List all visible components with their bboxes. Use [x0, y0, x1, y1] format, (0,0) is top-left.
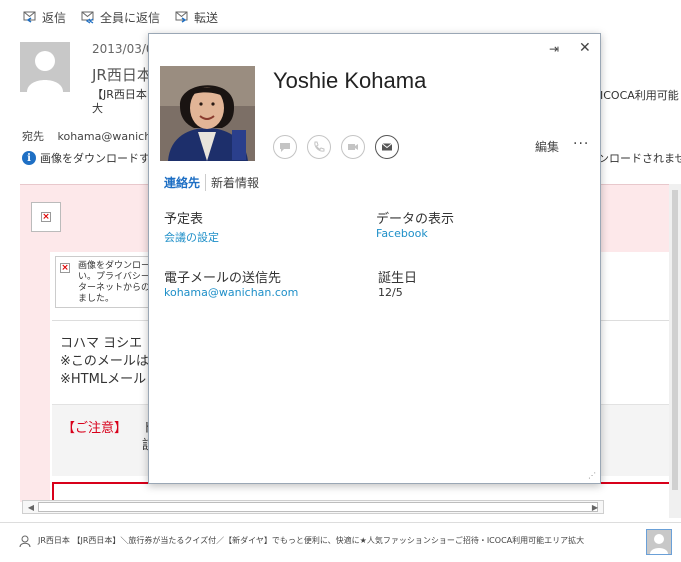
- close-icon[interactable]: ✕: [579, 40, 591, 56]
- reply-all-button[interactable]: 全員に返信: [80, 9, 160, 26]
- info-icon: i: [22, 151, 36, 165]
- subject-line-2: 大: [92, 102, 103, 115]
- pin-icon[interactable]: ⇥: [549, 42, 559, 56]
- scroll-right-arrow-icon[interactable]: ▶: [588, 500, 602, 514]
- infobar-text-right: ンロードされませ: [598, 152, 681, 165]
- image-notice-line: い。プライバシー: [78, 272, 150, 282]
- people-icon: [19, 535, 31, 548]
- video-camera-icon: [348, 144, 358, 150]
- tab-whats-new[interactable]: 新着情報: [205, 174, 264, 191]
- broken-image-icon: ×: [41, 212, 51, 222]
- horizontal-scroll-thumb[interactable]: [38, 502, 598, 512]
- forward-icon: [175, 11, 188, 23]
- birthday-label: 誕生日: [378, 271, 418, 286]
- forward-button[interactable]: 転送: [174, 9, 218, 26]
- reply-all-icon: [81, 11, 94, 24]
- vertical-scroll-thumb[interactable]: [672, 190, 678, 490]
- download-images-infobar[interactable]: i 画像をダウンロードする: [22, 150, 161, 166]
- contact-card: ⇥ ✕ Yoshie Kohama 編集 ··· 連絡先 新着情報 予定表 会議…: [148, 33, 601, 484]
- image-notice-line: ターネットからの: [78, 283, 151, 293]
- people-pane-text[interactable]: JR西日本 【JR西日本】＼旅行券が当たるクイズ付／【新ダイヤ】でもっと便利に、…: [38, 535, 584, 546]
- message-toolbar: 返信 全員に返信 転送: [0, 0, 681, 34]
- body-line: ※HTMLメール: [60, 372, 147, 387]
- body-line: コハマ ヨシエ さ: [60, 336, 160, 351]
- envelope-icon: [381, 143, 393, 151]
- infobar-text: 画像をダウンロードする: [40, 152, 161, 165]
- email-label: 電子メールの送信先: [164, 271, 282, 286]
- people-pane-avatar[interactable]: [646, 529, 672, 555]
- video-button[interactable]: [341, 135, 365, 159]
- contact-name: Yoshie Kohama: [273, 68, 427, 93]
- to-label: 宛先: [22, 130, 44, 143]
- call-button[interactable]: [307, 135, 331, 159]
- reply-all-label: 全員に返信: [100, 10, 161, 25]
- reply-icon: [23, 11, 36, 23]
- person-silhouette-icon: [27, 51, 63, 92]
- schedule-label: 予定表: [164, 212, 204, 227]
- subject-line-right: ICOCA利用可能: [600, 89, 679, 102]
- image-notice-line: 画像をダウンロー: [78, 261, 151, 271]
- blocked-image-notice: × 画像をダウンロー い。プライバシー ターネットからの ました。: [55, 256, 155, 308]
- resize-grip-icon[interactable]: ⋰: [588, 471, 596, 480]
- contact-card-tabs: 連絡先 新着情報: [164, 174, 264, 191]
- sender-name[interactable]: JR西日本: [92, 64, 152, 85]
- sender-avatar[interactable]: [20, 42, 70, 92]
- phone-icon: [314, 141, 325, 152]
- scroll-left-arrow-icon[interactable]: ◀: [24, 500, 38, 514]
- more-options-button[interactable]: ···: [573, 136, 589, 152]
- caution-label: 【ご注意】: [62, 421, 128, 436]
- email-address-link[interactable]: kohama@wanichan.com: [164, 286, 298, 299]
- schedule-meeting-link[interactable]: 会議の設定: [164, 229, 219, 245]
- broken-image-icon: ×: [60, 263, 70, 273]
- message-date: 2013/03/0: [92, 42, 154, 56]
- recipient-row: 宛先 kohama@wanichan: [22, 128, 165, 144]
- reply-label: 返信: [42, 10, 67, 25]
- data-view-label: データの表示: [376, 212, 455, 227]
- facebook-link[interactable]: Facebook: [376, 227, 428, 240]
- people-pane: JR西日本 【JR西日本】＼旅行券が当たるクイズ付／【新ダイヤ】でもっと便利に、…: [0, 522, 681, 562]
- contact-photo[interactable]: [160, 66, 255, 161]
- contact-actions: [273, 135, 399, 159]
- edit-button[interactable]: 編集: [535, 138, 559, 155]
- birthday-value: 12/5: [378, 286, 403, 299]
- email-button[interactable]: [375, 135, 399, 159]
- reply-button[interactable]: 返信: [22, 9, 66, 26]
- tab-contact[interactable]: 連絡先: [164, 174, 205, 191]
- blocked-image-placeholder: ×: [31, 202, 61, 232]
- forward-label: 転送: [194, 10, 219, 25]
- im-button[interactable]: [273, 135, 297, 159]
- body-line: ※このメールは: [60, 354, 149, 369]
- contact-portrait: [160, 66, 255, 161]
- outlook-reading-pane: 返信 全員に返信 転送 2013/03/0 JR西日本 【JR西日本 大 ICO…: [0, 0, 681, 562]
- image-notice-text: 画像をダウンロー い。プライバシー ターネットからの ました。: [78, 261, 150, 305]
- chat-bubble-icon: [280, 143, 290, 152]
- image-notice-line: ました。: [78, 294, 115, 304]
- person-silhouette-icon: [650, 534, 668, 554]
